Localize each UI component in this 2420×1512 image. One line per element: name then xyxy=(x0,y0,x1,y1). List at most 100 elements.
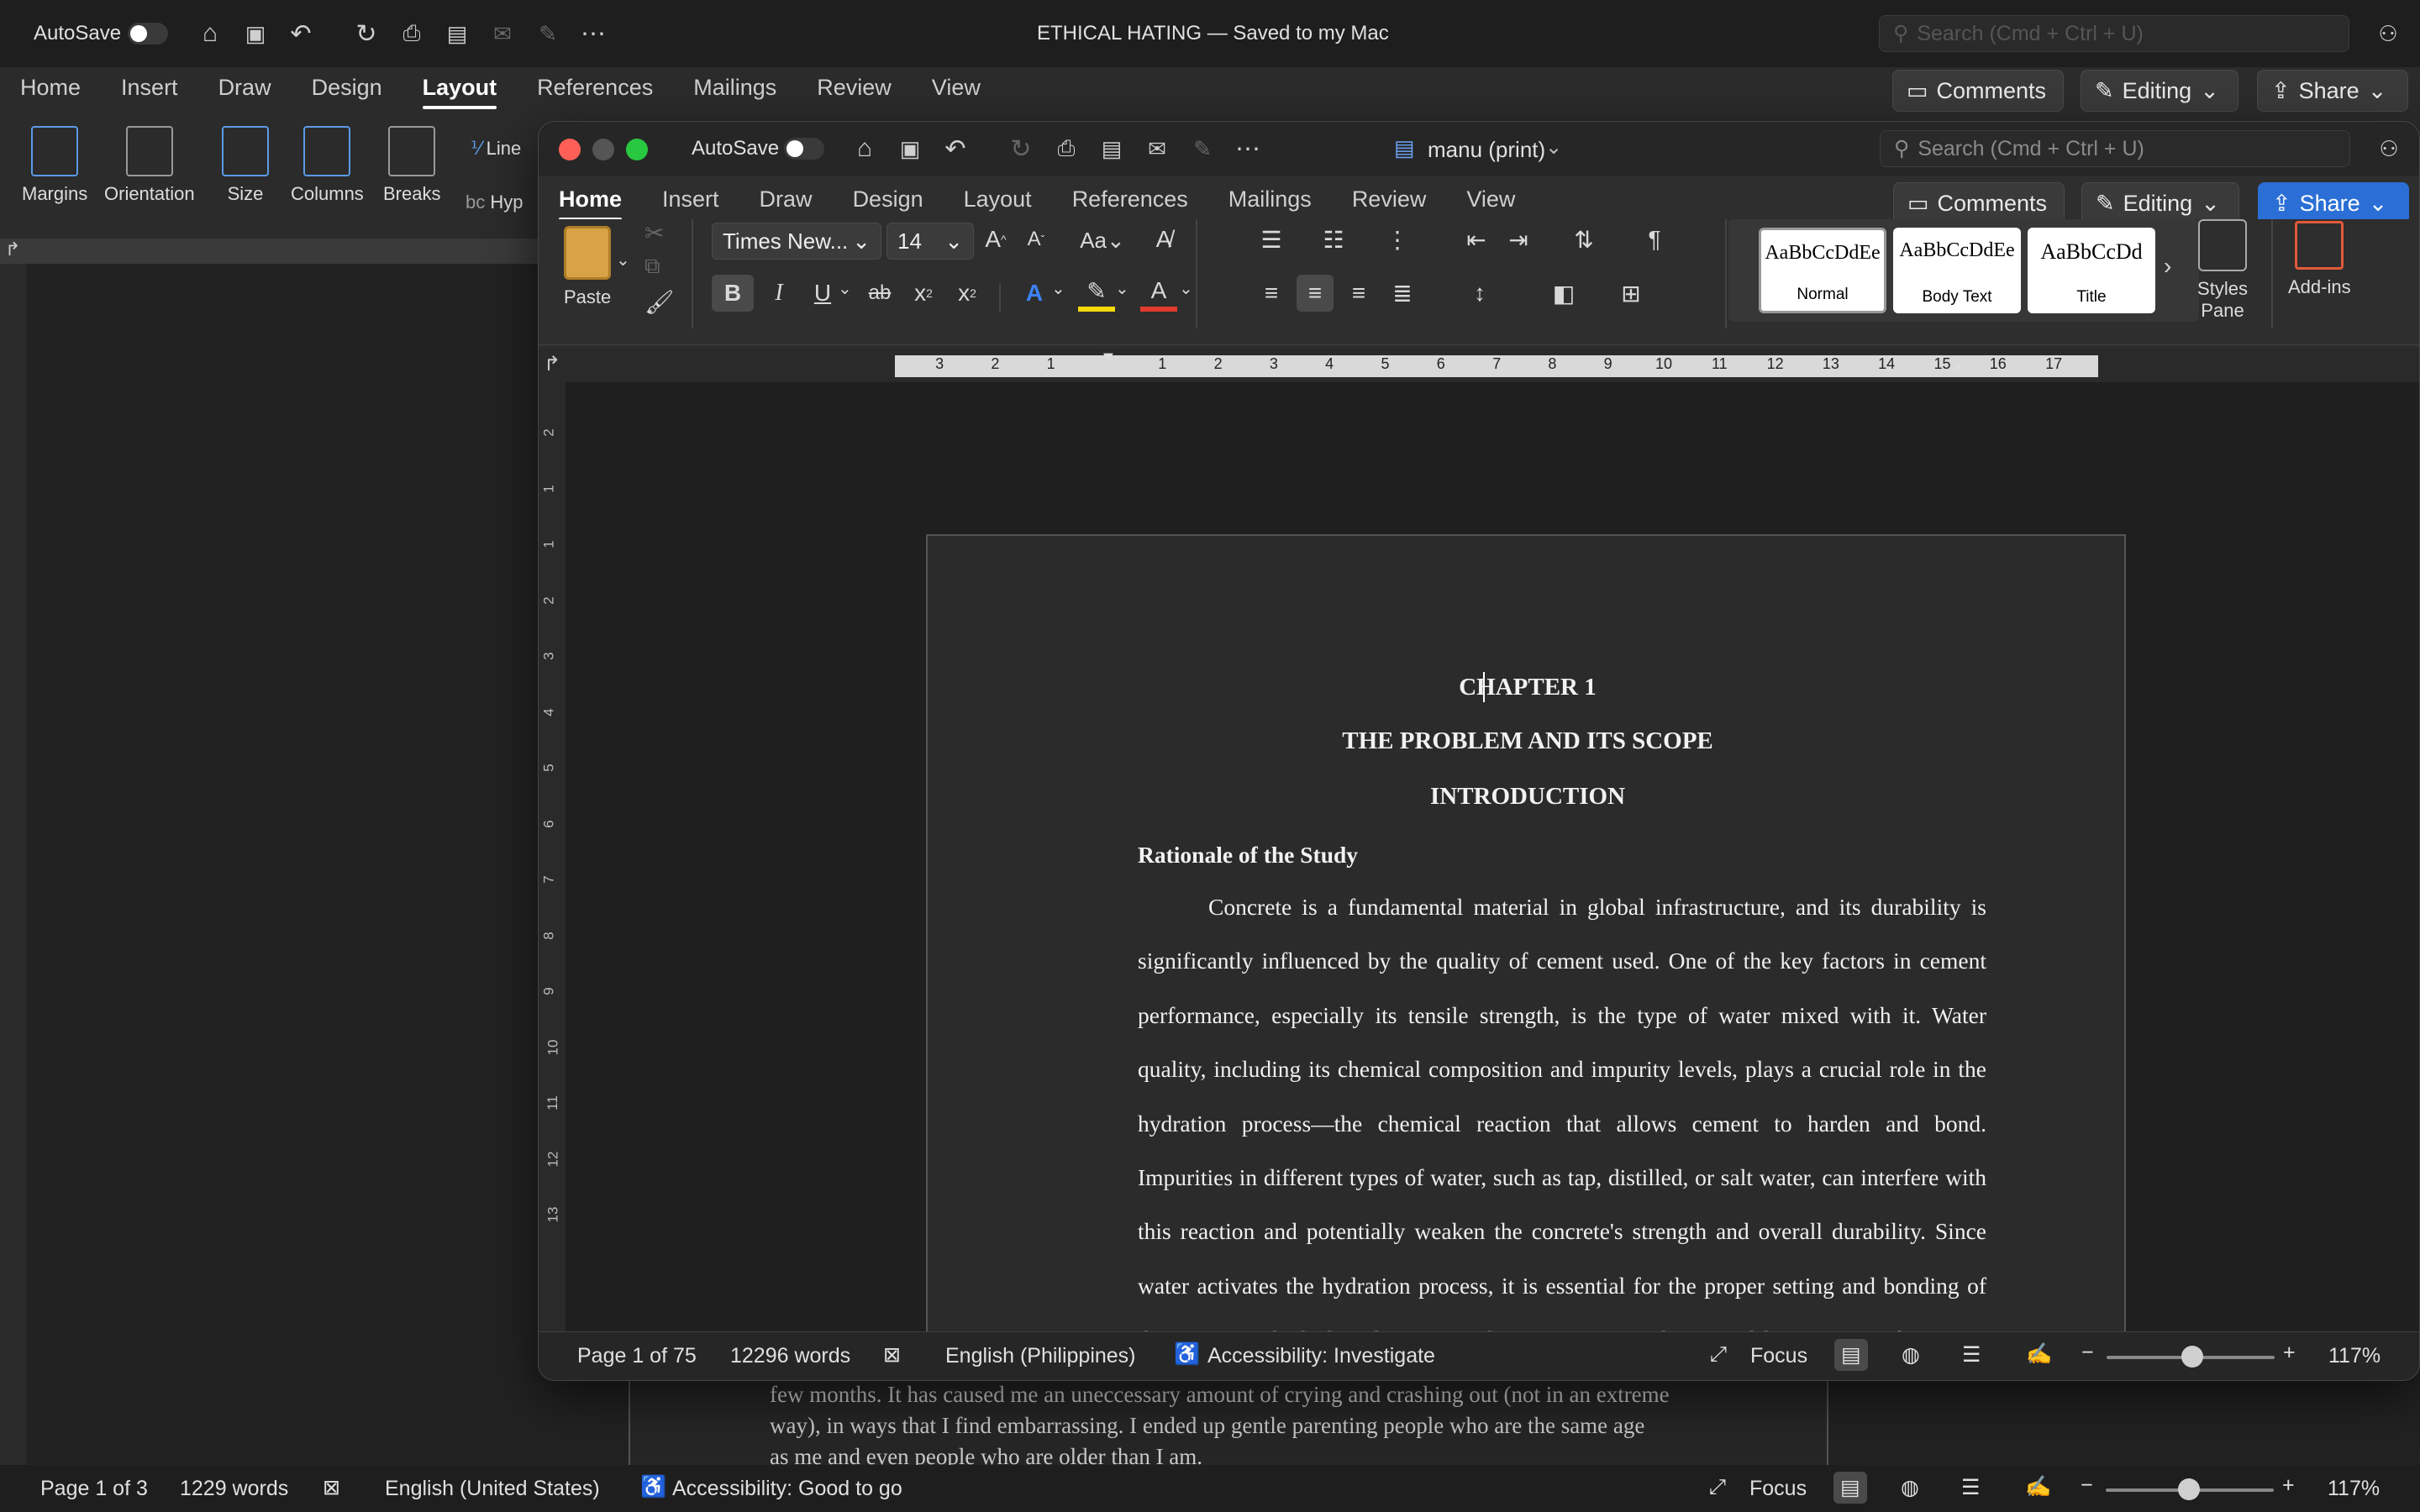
chevron-down-icon[interactable]: ⌄ xyxy=(1179,278,1193,299)
mail-icon[interactable]: ✉ xyxy=(486,17,519,50)
chevron-down-icon[interactable]: ⌄ xyxy=(1545,135,1562,160)
add-ins-button[interactable]: Add-ins xyxy=(2288,221,2351,298)
bg-margins-button[interactable]: Margins xyxy=(22,126,87,205)
proofing-icon[interactable]: ⊠ xyxy=(883,1342,901,1368)
outline-icon[interactable]: ☰ xyxy=(1961,1475,1980,1500)
bg-columns-button[interactable]: Columns xyxy=(291,126,364,205)
shading-icon[interactable]: ◧ xyxy=(1539,275,1589,312)
fg-doc-title[interactable]: manu (print) xyxy=(1428,137,1545,163)
strikethrough-button[interactable]: ab xyxy=(861,275,898,312)
fg-tab-insert[interactable]: Insert xyxy=(642,181,739,218)
bg-document-text[interactable]: few months. It has caused me an uneccess… xyxy=(770,1379,1670,1473)
fg-tab-draw[interactable]: Draw xyxy=(739,181,833,218)
redo-icon[interactable]: ↻ xyxy=(1004,132,1038,165)
horizontal-ruler[interactable]: ↱ 3 2 1 1 2 3 4 5 6 7 8 9 10 11 12 13 14 15 16 17 ▼ ▲ xyxy=(539,349,2419,382)
outline-icon[interactable]: ☰ xyxy=(1962,1342,1981,1368)
fg-editing-button[interactable]: ✎ Editing ⌄ xyxy=(2081,182,2239,224)
change-case-button[interactable]: Aa ⌄ xyxy=(1073,228,1132,254)
save-icon[interactable]: ▣ xyxy=(893,132,927,165)
tab-stop-icon[interactable]: ↱ xyxy=(5,239,20,260)
account-icon[interactable]: ⚇ xyxy=(2371,17,2405,50)
print-icon[interactable]: ⎙ xyxy=(395,17,429,50)
chevron-right-icon[interactable]: › xyxy=(2164,253,2171,280)
bg-hyphenation-button[interactable]: bc Hyp xyxy=(466,192,523,213)
bg-editing-button[interactable]: ✎ Editing ⌄ xyxy=(2081,70,2238,112)
copy-icon[interactable]: ⧉ xyxy=(644,253,660,280)
zoom-in-button[interactable]: + xyxy=(2282,1473,2295,1498)
fg-share-button[interactable]: ⇪ Share ⌄ xyxy=(2258,182,2409,224)
bg-line-numbers-button[interactable]: ⅟ Line xyxy=(471,138,521,160)
subscript-button[interactable]: x2 xyxy=(905,275,942,312)
fg-tab-layout[interactable]: Layout xyxy=(944,181,1052,218)
numbering-icon[interactable]: ☷ xyxy=(1315,226,1352,254)
align-right-button[interactable]: ≡ xyxy=(1340,275,1377,312)
body-text[interactable]: Concrete is a fundamental material in gl… xyxy=(928,880,2128,1380)
chevron-down-icon[interactable]: ⌄ xyxy=(838,278,852,299)
chevron-down-icon[interactable]: ⌄ xyxy=(1051,278,1065,299)
cut-icon[interactable]: ✂ xyxy=(644,219,664,247)
web-layout-icon[interactable]: ◍ xyxy=(1902,1342,1920,1368)
bg-tab-home[interactable]: Home xyxy=(0,69,101,106)
heading-chapter[interactable]: CHAPTER 1 xyxy=(928,674,2128,701)
zoom-out-button[interactable]: − xyxy=(2081,1341,2094,1365)
bg-search-input[interactable]: ⚲ Search (Cmd + Ctrl + U) xyxy=(1879,15,2349,52)
pen-icon[interactable]: ✎ xyxy=(531,17,565,50)
pen-icon[interactable]: ✎ xyxy=(1186,132,1219,165)
subheading-rationale[interactable]: Rationale of the Study xyxy=(1138,842,1358,869)
draft-icon[interactable]: ✍ xyxy=(2026,1342,2052,1367)
fg-search-input[interactable]: ⚲ Search (Cmd + Ctrl + U) xyxy=(1880,130,2350,167)
right-indent-marker[interactable]: ▲ xyxy=(1950,357,1965,375)
bg-tab-review[interactable]: Review xyxy=(797,69,912,106)
print-layout-icon[interactable]: ▤ xyxy=(1833,1472,1867,1504)
heading-introduction[interactable]: INTRODUCTION xyxy=(928,783,2128,811)
decrease-indent-icon[interactable]: ⇤ xyxy=(1458,226,1495,254)
close-window-button[interactable] xyxy=(559,139,581,160)
align-center-button[interactable]: ≡ xyxy=(1297,275,1334,312)
format-painter-icon[interactable]: 🖌 xyxy=(644,288,675,316)
font-color-icon[interactable]: A xyxy=(1140,275,1177,312)
indent-marker[interactable]: ▼ xyxy=(1100,349,1117,368)
mail-icon[interactable]: ✉ xyxy=(1140,132,1174,165)
account-icon[interactable]: ⚇ xyxy=(2372,132,2406,165)
minimize-window-button[interactable] xyxy=(592,139,614,160)
bg-tab-layout[interactable]: Layout xyxy=(402,69,518,109)
bg-focus-button[interactable]: Focus xyxy=(1749,1477,1807,1501)
bg-tab-references[interactable]: References xyxy=(517,69,673,106)
bg-share-button[interactable]: ⇪ Share ⌄ xyxy=(2257,70,2408,112)
increase-indent-icon[interactable]: ⇥ xyxy=(1500,226,1537,254)
superscript-button[interactable]: x2 xyxy=(949,275,986,312)
vertical-ruler[interactable]: 2 1 1 2 3 4 5 6 7 8 9 10 11 12 13 xyxy=(539,382,566,1331)
borders-icon[interactable]: ⊞ xyxy=(1606,275,1656,312)
chevron-down-icon[interactable]: ⌄ xyxy=(616,249,630,270)
fg-comments-button[interactable]: ▭ Comments xyxy=(1893,182,2065,224)
document-page[interactable]: CHAPTER 1 THE PROBLEM AND ITS SCOPE INTR… xyxy=(926,534,2128,1380)
paste-button[interactable]: Paste xyxy=(564,226,611,308)
bg-tab-draw[interactable]: Draw xyxy=(198,69,292,106)
fg-tab-mailings[interactable]: Mailings xyxy=(1208,181,1332,218)
undo-icon[interactable]: ↶ xyxy=(939,132,972,165)
multilevel-list-icon[interactable]: ⋮ xyxy=(1379,226,1416,254)
draft-icon[interactable]: ✍ xyxy=(2025,1475,2051,1499)
fg-page-count[interactable]: Page 1 of 75 xyxy=(577,1344,697,1368)
shrink-font-icon[interactable]: Aˇ xyxy=(1019,228,1053,251)
home-icon[interactable]: ⌂ xyxy=(193,17,227,50)
fg-focus-button[interactable]: Focus xyxy=(1750,1344,1807,1368)
bg-tab-view[interactable]: View xyxy=(912,69,1001,106)
zoom-window-button[interactable] xyxy=(626,139,648,160)
heading-problem[interactable]: THE PROBLEM AND ITS SCOPE xyxy=(928,727,2128,755)
style-normal[interactable]: AaBbCcDdEe Normal xyxy=(1759,228,1886,313)
tab-stop-icon[interactable]: ↱ xyxy=(544,352,560,376)
fg-autosave-toggle[interactable] xyxy=(784,138,824,160)
fg-word-count[interactable]: 12296 words xyxy=(730,1344,850,1368)
redo-icon[interactable]: ↻ xyxy=(350,17,383,50)
font-name-select[interactable]: Times New... ⌄ xyxy=(712,223,881,260)
bg-tab-insert[interactable]: Insert xyxy=(101,69,198,106)
bg-tab-design[interactable]: Design xyxy=(292,69,402,106)
style-title[interactable]: AaBbCcDd Title xyxy=(2028,228,2155,313)
chevron-down-icon[interactable]: ⌄ xyxy=(1115,278,1129,299)
bg-autosave-toggle[interactable] xyxy=(128,23,168,45)
highlight-icon[interactable]: ✎ xyxy=(1078,275,1115,312)
more-icon[interactable]: ⋯ xyxy=(1231,132,1265,165)
save-as-icon[interactable]: ▤ xyxy=(1095,132,1128,165)
save-icon[interactable]: ▣ xyxy=(239,17,272,50)
